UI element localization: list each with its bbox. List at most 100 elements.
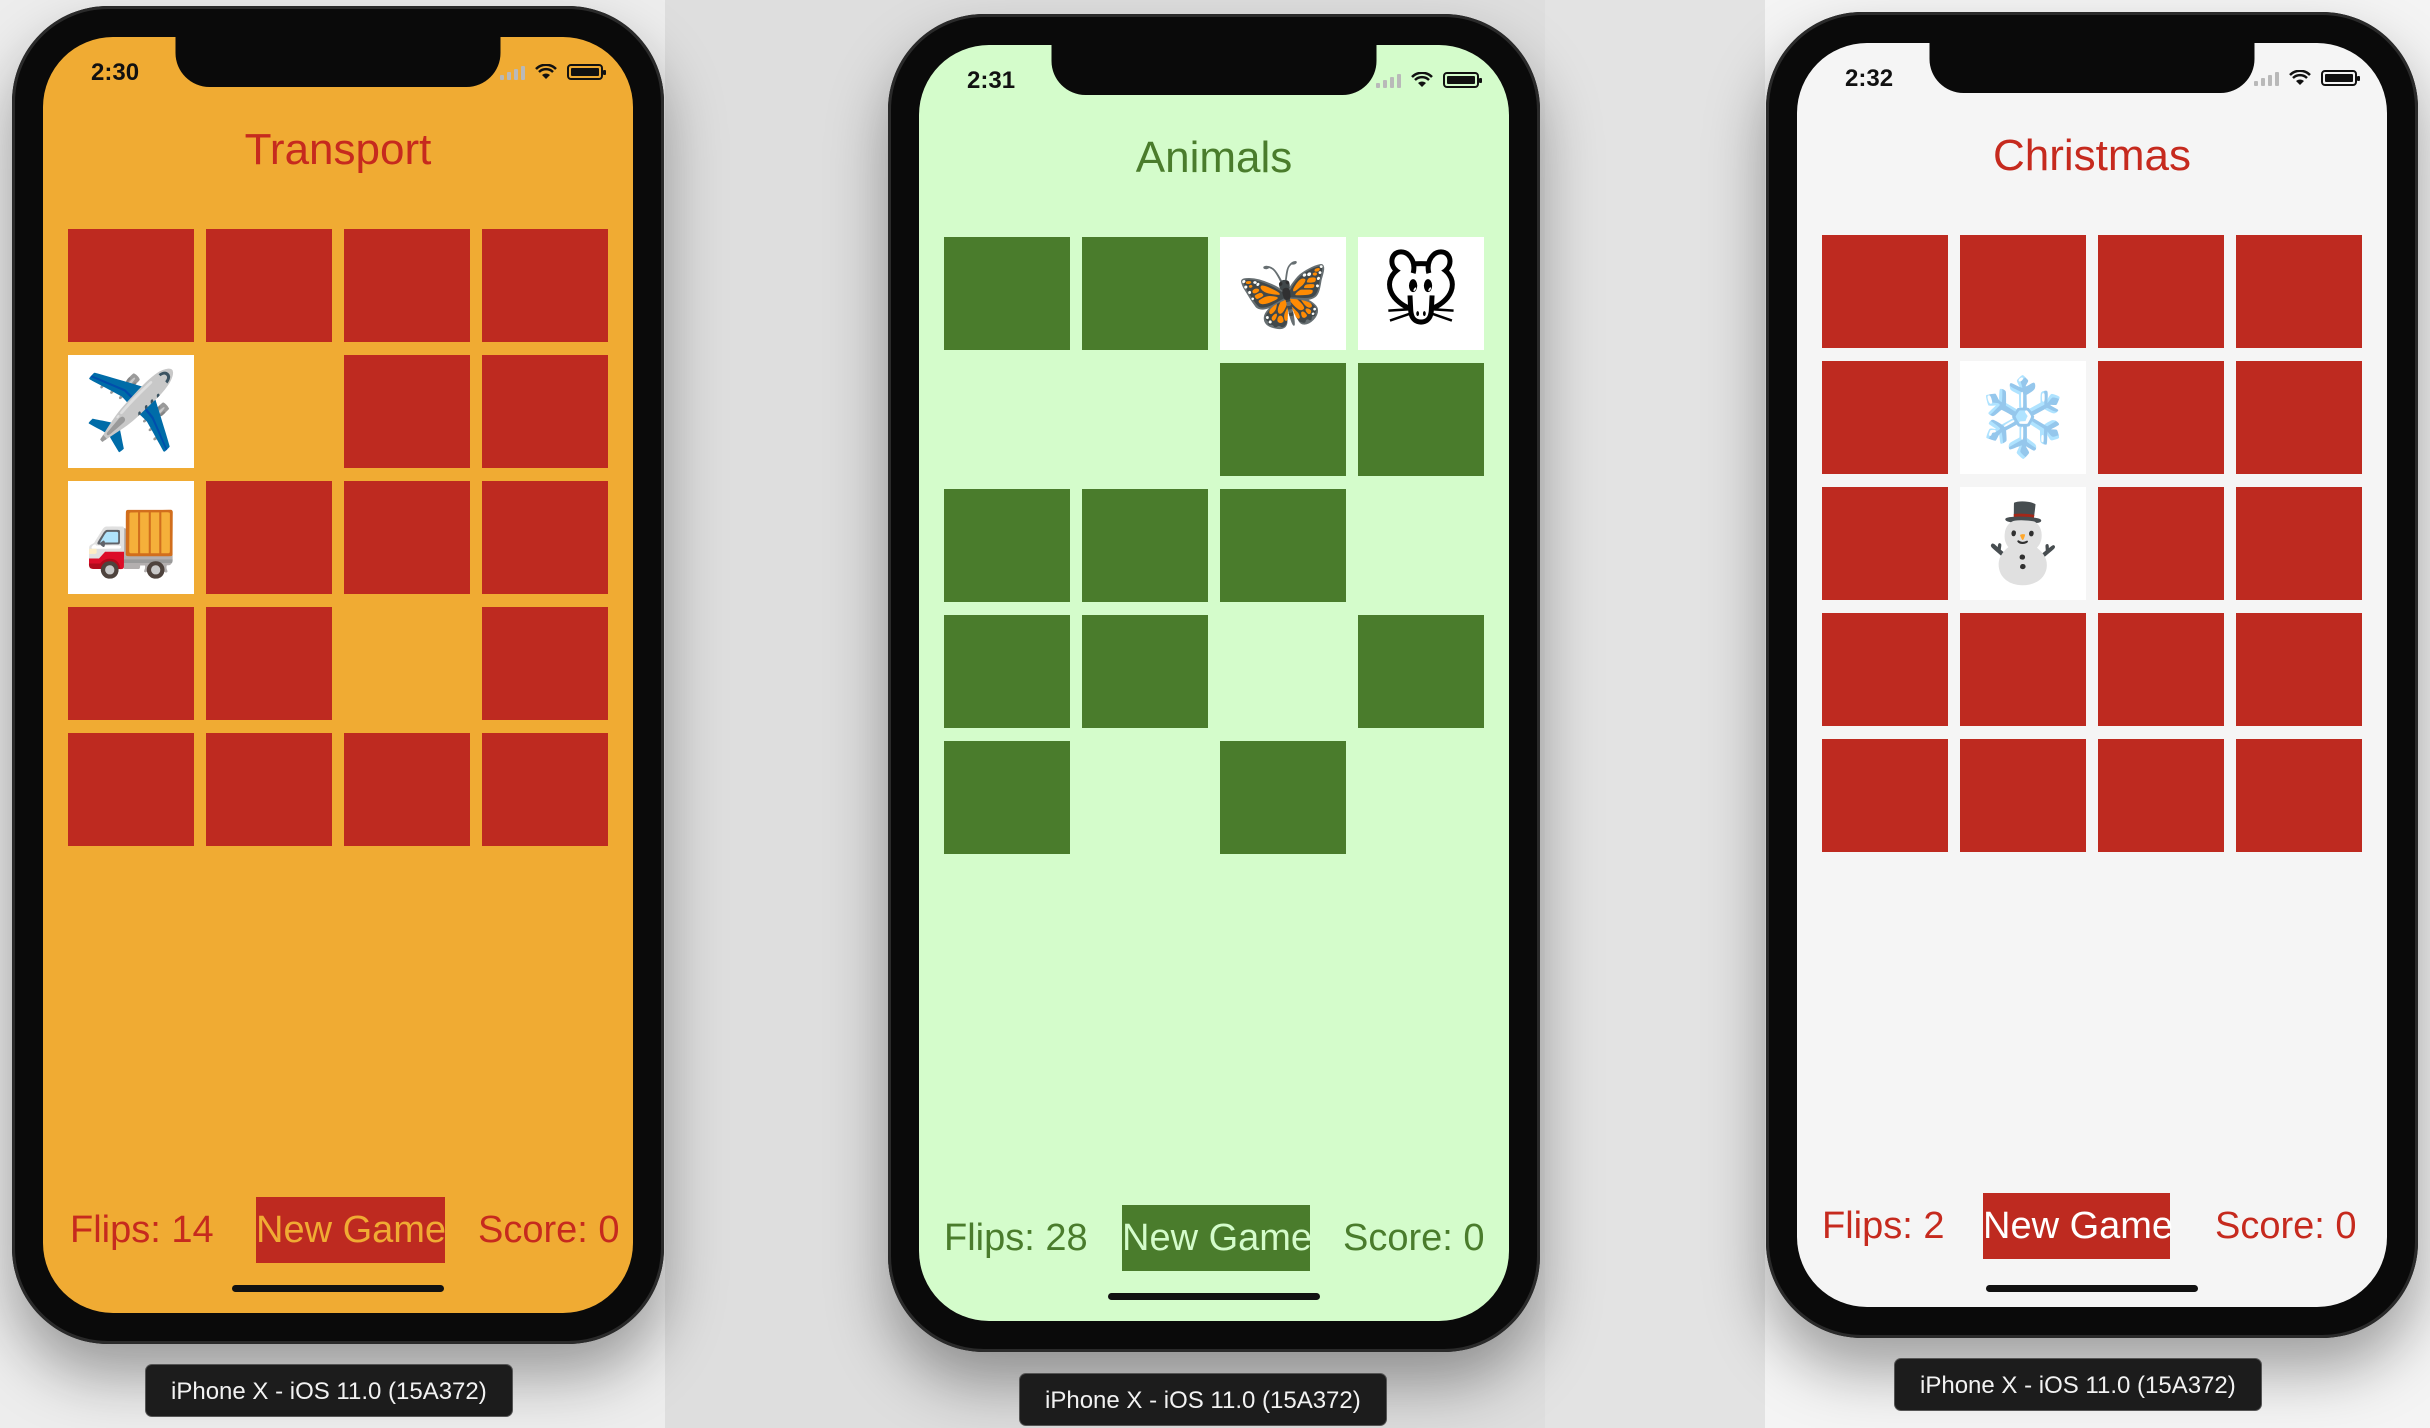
card-face-down[interactable]: [1082, 237, 1208, 350]
card-face-down[interactable]: [944, 237, 1070, 350]
card-face-down[interactable]: [1358, 615, 1484, 728]
new-game-button[interactable]: New Game: [256, 1197, 446, 1263]
card-matched-empty: [1082, 741, 1208, 854]
theme-title: Transport: [244, 125, 432, 174]
card-matched-empty: [1358, 489, 1484, 602]
card-face-down[interactable]: [68, 607, 194, 720]
card-face-down[interactable]: [2098, 361, 2224, 474]
flips-label: Flips: 2: [1822, 1205, 1945, 1247]
card-matched-empty: [206, 355, 332, 468]
wifi-icon: [2289, 70, 2311, 85]
new-game-button[interactable]: New Game: [1122, 1205, 1312, 1271]
notch: [1929, 43, 2255, 93]
card-face-down[interactable]: [482, 229, 608, 342]
simulator-window-transport: 2:30 Transport ✈️ 🚚 Flips: 14 New Game Sc…: [12, 6, 664, 1344]
card-face-down[interactable]: [944, 489, 1070, 602]
card-face-down[interactable]: [206, 481, 332, 594]
card-face-down[interactable]: [1220, 489, 1346, 602]
theme-title: Christmas: [1992, 131, 2192, 180]
card-emoji: 🐭: [1381, 250, 1461, 336]
card-face-down[interactable]: [1822, 739, 1948, 852]
battery-icon: [1443, 72, 1482, 88]
flips-label: Flips: 14: [70, 1209, 214, 1251]
status-icons: [1376, 72, 1482, 88]
card-face-down[interactable]: [2236, 613, 2362, 726]
card-matched-empty: [1082, 363, 1208, 476]
card-face-down[interactable]: [944, 615, 1070, 728]
card-face-down[interactable]: [1082, 489, 1208, 602]
card-face-down[interactable]: [68, 229, 194, 342]
card-face-up[interactable]: ❄️: [1960, 361, 2086, 474]
card-face-down[interactable]: [344, 355, 470, 468]
status-time: 2:31: [967, 67, 1016, 94]
notch: [1051, 45, 1377, 95]
card-face-up[interactable]: 🚚: [68, 481, 194, 594]
card-face-down[interactable]: [1220, 741, 1346, 854]
device-label: iPhone X - iOS 11.0 (15A372): [1019, 1373, 1387, 1426]
home-indicator: [1108, 1293, 1320, 1300]
card-face-down[interactable]: [1822, 235, 1948, 348]
card-matched-empty: [344, 607, 470, 720]
card-face-down[interactable]: [1358, 363, 1484, 476]
card-face-down[interactable]: [1220, 363, 1346, 476]
card-matched-empty: [944, 363, 1070, 476]
card-face-down[interactable]: [2098, 613, 2224, 726]
card-face-down[interactable]: [206, 229, 332, 342]
card-face-down[interactable]: [482, 481, 608, 594]
theme-title: Animals: [1135, 133, 1293, 182]
status-time: 2:30: [91, 59, 140, 86]
card-face-down[interactable]: [1822, 487, 1948, 600]
card-face-down[interactable]: [482, 733, 608, 846]
card-face-down[interactable]: [2098, 739, 2224, 852]
score-label: Score: 0: [2215, 1205, 2357, 1247]
device-label: iPhone X - iOS 11.0 (15A372): [145, 1364, 513, 1417]
card-face-down[interactable]: [1822, 613, 1948, 726]
signal-icon: [2254, 70, 2279, 86]
card-face-down[interactable]: [2098, 235, 2224, 348]
simulator-window-animals: 2:31 Animals 🦋 🐭 Flips: 28 New Game Score…: [888, 14, 1540, 1352]
card-face-down[interactable]: [344, 733, 470, 846]
card-face-down[interactable]: [944, 741, 1070, 854]
card-face-down[interactable]: [206, 607, 332, 720]
card-face-down[interactable]: [344, 229, 470, 342]
wifi-icon: [535, 64, 557, 79]
score-label: Score: 0: [478, 1209, 620, 1251]
status-time: 2:32: [1845, 65, 1894, 92]
battery-icon: [2321, 70, 2360, 86]
card-face-down[interactable]: [2236, 487, 2362, 600]
card-face-down[interactable]: [68, 733, 194, 846]
status-icons: [500, 64, 606, 80]
card-face-down[interactable]: [2236, 739, 2362, 852]
card-face-down[interactable]: [482, 355, 608, 468]
card-face-down[interactable]: [1960, 613, 2086, 726]
desktop-background-mid: [1545, 0, 1765, 1428]
app-screen: 2:31 Animals 🦋 🐭 Flips: 28 New Game Score…: [919, 45, 1509, 1321]
card-face-down[interactable]: [1960, 235, 2086, 348]
signal-icon: [1376, 72, 1401, 88]
app-screen: 2:30 Transport ✈️ 🚚 Flips: 14 New Game Sc…: [43, 37, 633, 1313]
status-icons: [2254, 70, 2360, 86]
signal-icon: [500, 64, 525, 80]
card-face-down[interactable]: [482, 607, 608, 720]
simulator-window-christmas: 2:32 Christmas ❄️ ⛄ Flips: 2 New Game Sco…: [1766, 12, 2418, 1338]
card-face-up[interactable]: ⛄: [1960, 487, 2086, 600]
card-emoji: 🚚: [83, 494, 179, 580]
card-face-up[interactable]: 🐭: [1358, 237, 1484, 350]
card-face-up[interactable]: 🦋: [1220, 237, 1346, 350]
card-face-down[interactable]: [2236, 235, 2362, 348]
app-screen: 2:32 Christmas ❄️ ⛄ Flips: 2 New Game Sco…: [1797, 43, 2387, 1307]
wifi-icon: [1411, 72, 1433, 87]
device-label: iPhone X - iOS 11.0 (15A372): [1894, 1358, 2262, 1411]
battery-icon: [567, 64, 606, 80]
card-face-down[interactable]: [1822, 361, 1948, 474]
card-face-down[interactable]: [2098, 487, 2224, 600]
card-face-down[interactable]: [1082, 615, 1208, 728]
new-game-button[interactable]: New Game: [1983, 1193, 2173, 1259]
card-face-down[interactable]: [206, 733, 332, 846]
notch: [175, 37, 501, 87]
card-face-down[interactable]: [2236, 361, 2362, 474]
card-face-down[interactable]: [344, 481, 470, 594]
card-face-up[interactable]: ✈️: [68, 355, 194, 468]
card-emoji: ✈️: [83, 368, 179, 454]
card-face-down[interactable]: [1960, 739, 2086, 852]
